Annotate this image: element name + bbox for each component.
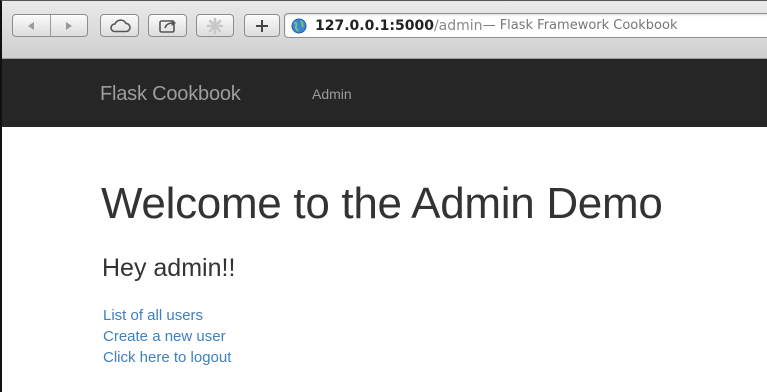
create-user-link[interactable]: Create a new user [103,326,231,347]
page-heading: Welcome to the Admin Demo [101,179,663,228]
back-forward-buttons [12,14,88,37]
nav-item-admin[interactable]: Admin [312,86,352,102]
navbar-brand[interactable]: Flask Cookbook [100,83,241,106]
address-bar[interactable]: 127.0.0.1:5000/admin — Flask Framework C… [284,13,767,38]
browser-toolbar: 127.0.0.1:5000/admin — Flask Framework C… [2,1,767,59]
page-title-in-address: — Flask Framework Cookbook [482,18,678,33]
logout-link[interactable]: Click here to logout [103,347,231,368]
browser-window: 127.0.0.1:5000/admin — Flask Framework C… [0,0,767,392]
forward-icon [65,21,72,30]
back-button[interactable] [13,15,50,36]
greeting: Hey admin!! [102,254,236,282]
globe-icon [291,18,307,33]
list-users-link[interactable]: List of all users [103,305,231,326]
url-host: 127.0.0.1:5000 [315,17,434,34]
reader-button[interactable] [196,14,234,37]
back-icon [28,21,35,30]
icloud-tabs-button[interactable] [100,14,139,37]
forward-button[interactable] [49,15,88,36]
reader-icon [206,17,224,34]
admin-links: List of all users Create a new user Clic… [103,305,231,368]
site-navbar: Flask Cookbook Admin [2,59,767,127]
url-path: /admin [433,17,483,34]
share-icon [158,19,176,33]
new-tab-button[interactable] [244,14,280,37]
add-tab-icon [256,19,268,32]
share-button[interactable] [148,14,187,37]
icloud-icon [109,18,131,32]
